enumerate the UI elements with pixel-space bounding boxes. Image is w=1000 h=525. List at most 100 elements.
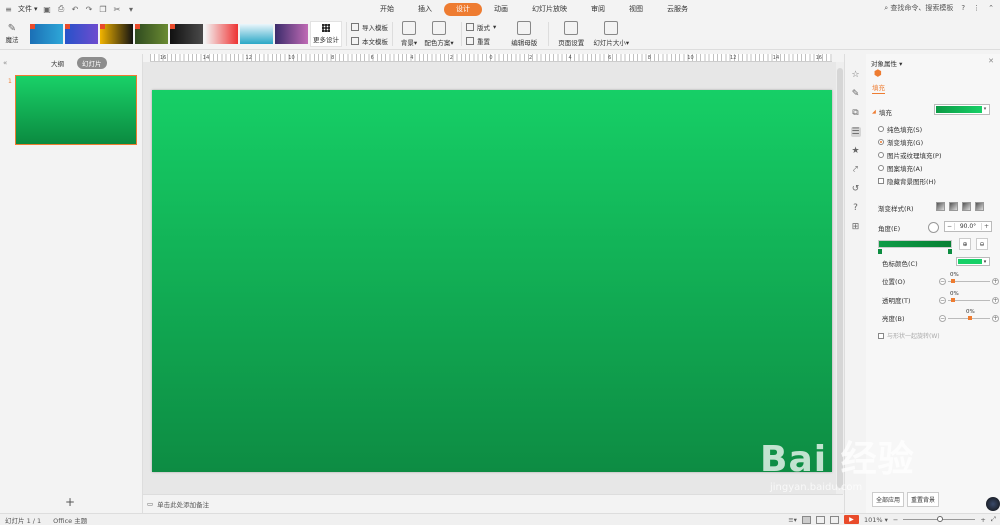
plus-icon[interactable]: + [992, 278, 999, 285]
zoom-level[interactable]: 101% ▾ [864, 516, 888, 524]
slide-size-button[interactable]: 幻灯片大小▾ [589, 20, 633, 47]
redo-icon[interactable]: ↷ [85, 5, 94, 14]
shapes-icon[interactable]: ☆ [851, 70, 861, 80]
undo-icon[interactable]: ↶ [71, 5, 80, 14]
gradient-path-icon[interactable] [975, 202, 984, 211]
gradient-radial-icon[interactable] [949, 202, 958, 211]
tab-insert[interactable]: 插入 [406, 3, 444, 16]
plus-icon[interactable]: + [982, 223, 991, 230]
plus-icon[interactable]: + [992, 297, 999, 304]
file-menu[interactable]: 文件 ▾ [18, 4, 38, 14]
import-template-button[interactable]: 导入模板 [351, 22, 388, 32]
share-icon[interactable]: ⤤ [851, 165, 861, 175]
fit-window-icon[interactable]: ⤢ [991, 515, 996, 524]
slider-knob[interactable] [951, 298, 955, 302]
angle-dial-icon[interactable] [928, 222, 939, 233]
slider-knob[interactable] [951, 279, 955, 283]
option-picture-fill[interactable]: 图片或纹理填充(P) [878, 150, 942, 160]
apps-icon[interactable]: ⊞ [851, 222, 861, 232]
chevron-down-icon[interactable]: ▾ [127, 5, 136, 14]
background-button[interactable]: 背景▾ [397, 20, 421, 47]
format-painter-icon[interactable]: ✂ [113, 5, 122, 14]
scrollbar-thumb[interactable] [837, 68, 843, 488]
zoom-slider[interactable] [903, 516, 976, 522]
history-icon[interactable]: ↺ [851, 184, 861, 194]
notes-toggle-icon[interactable]: ≡▾ [788, 516, 797, 524]
tab-slideshow[interactable]: 幻灯片放映 [520, 3, 579, 16]
option-hide-background[interactable]: 隐藏背景图形(H) [878, 176, 936, 186]
help-icon[interactable]: ? [961, 4, 965, 12]
zoom-in-button[interactable]: + [980, 516, 985, 524]
slider-track[interactable]: 0% [948, 309, 990, 320]
more-designs-button[interactable]: 更多设计 [310, 20, 342, 47]
option-solid-fill[interactable]: 纯色填充(S) [878, 124, 922, 134]
gradient-bar[interactable] [878, 240, 952, 248]
slider-knob[interactable] [968, 316, 972, 320]
template-thumbnail[interactable] [170, 23, 203, 44]
copy-icon[interactable]: ❐ [99, 5, 108, 14]
stop-color-picker[interactable]: ▾ [956, 257, 990, 266]
layers-icon[interactable]: ⧉ [851, 108, 861, 118]
reset-button[interactable]: 重置 [466, 36, 496, 46]
minus-icon[interactable]: − [939, 297, 946, 304]
gradient-stop-marker[interactable] [878, 249, 882, 254]
slide-canvas[interactable] [152, 90, 832, 472]
star-icon[interactable]: ★ [851, 146, 861, 156]
tab-review[interactable]: 审阅 [579, 3, 617, 16]
tab-view[interactable]: 视图 [617, 3, 655, 16]
fill-bucket-icon[interactable]: ⬢ [874, 69, 882, 79]
tab-fill[interactable]: 填充 [872, 82, 885, 94]
minus-icon[interactable]: − [945, 223, 954, 230]
gradient-stop-marker[interactable] [948, 249, 952, 254]
collapse-panel-icon[interactable]: « [3, 59, 7, 67]
slider-track[interactable]: 0% [948, 291, 990, 302]
normal-view-icon[interactable] [801, 515, 811, 524]
color-scheme-button[interactable]: 配色方案▾ [421, 20, 457, 47]
text-template-button[interactable]: 本文模板 [351, 36, 388, 46]
brightness-slider[interactable]: − 0% + [939, 309, 999, 322]
magic-button[interactable]: ✎ 魔法 [0, 23, 24, 44]
tab-cloud[interactable]: 云服务 [655, 3, 700, 16]
theme-name[interactable]: Office 主题 [53, 515, 87, 525]
minus-icon[interactable]: − [939, 315, 946, 322]
minus-icon[interactable]: − [939, 278, 946, 285]
plus-icon[interactable]: + [992, 315, 999, 322]
slider-track[interactable]: 0% [948, 272, 990, 283]
option-pattern-fill[interactable]: 图案填充(A) [878, 163, 923, 173]
tab-home[interactable]: 开始 [368, 3, 406, 16]
transparency-slider[interactable]: − 0% + [939, 291, 999, 304]
pen-icon[interactable]: ✎ [851, 89, 861, 99]
tab-design[interactable]: 设计 [444, 2, 482, 16]
zoom-out-button[interactable]: − [893, 516, 898, 524]
rotate-with-shape-option[interactable]: 与形状一起旋转(W) [878, 331, 940, 340]
option-gradient-fill[interactable]: 渐变填充(G) [878, 137, 923, 147]
edit-master-button[interactable]: 编辑母版 [504, 20, 544, 47]
search-command[interactable]: ⌕ 查找命令、搜索模板 [884, 3, 953, 13]
angle-stepper[interactable]: − 90.0° + [944, 221, 992, 232]
print-icon[interactable]: ⎙ [57, 4, 66, 14]
gradient-linear-icon[interactable] [936, 202, 945, 211]
tab-outline[interactable]: 大纲 [46, 57, 69, 69]
template-thumbnail[interactable] [65, 23, 98, 44]
avatar[interactable] [986, 497, 1000, 511]
template-thumbnail[interactable] [30, 23, 63, 44]
close-icon[interactable]: ✕ [988, 57, 994, 65]
delete-stop-icon[interactable]: ⊖ [976, 238, 988, 250]
slide-thumbnail[interactable] [15, 75, 137, 145]
slide-sorter-icon[interactable] [815, 515, 825, 524]
more-icon[interactable]: ⋮ [973, 4, 980, 12]
angle-value[interactable]: 90.0° [954, 223, 982, 230]
notes-bar[interactable]: ▭ 单击此处添加备注 [143, 494, 843, 513]
gradient-rect-icon[interactable] [962, 202, 971, 211]
page-setup-button[interactable]: 页面设置 [553, 20, 589, 47]
tab-slides[interactable]: 幻灯片 [77, 57, 107, 69]
play-slideshow-button[interactable]: ▶ [843, 515, 859, 524]
tab-animation[interactable]: 动画 [482, 3, 520, 16]
reading-view-icon[interactable] [829, 515, 839, 524]
template-thumbnail[interactable] [275, 23, 308, 44]
add-slide-button[interactable]: + [65, 495, 75, 509]
properties-icon[interactable]: ☰ [850, 127, 861, 137]
fill-color-picker[interactable]: ▾ [934, 104, 990, 115]
hamburger-menu-icon[interactable]: ≡ [4, 5, 13, 14]
layout-button[interactable]: 版式 ▾ [466, 22, 496, 32]
